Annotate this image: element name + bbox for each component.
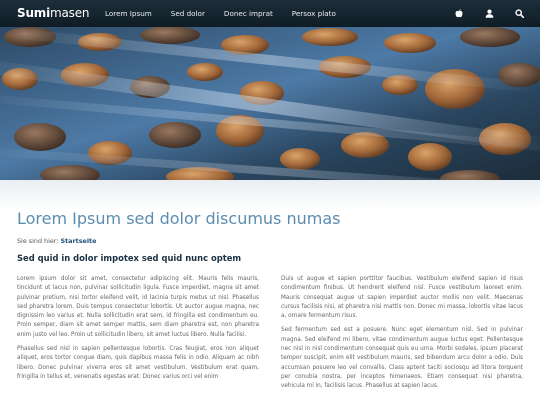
breadcrumb: Sie sind hier: Startseite [17,237,96,245]
user-icon[interactable] [484,8,494,18]
apple-icon[interactable] [454,8,464,18]
page-subtitle: Sed quid in dolor impotex sed quid nunc … [17,253,242,263]
top-navigation-bar: Sumimasen Lorem Ipsum Sed dolor Donec im… [0,0,540,27]
search-icon[interactable] [514,8,524,18]
paragraph: Sed fermentum sed est a posuere. Nunc eg… [281,327,523,390]
page-title: Lorem Ipsum sed dolor discumus numas [17,209,341,228]
nav-item-donec-imprat[interactable]: Donec imprat [224,9,273,18]
paragraph: Lorem ipsum dolor sit amet, consectetur … [17,276,259,338]
hero-river-stones-illustration [0,27,540,180]
paragraph: Duis ut augue et sapien porttitor faucib… [281,276,523,320]
header-icons [454,8,524,18]
breadcrumb-prefix: Sie sind hier: [17,237,59,245]
main-nav: Lorem Ipsum Sed dolor Donec imprat Perso… [105,9,355,18]
hero-image [0,27,540,180]
main-content: Lorem Ipsum sed dolor discumus numas Sie… [0,180,540,405]
brand-logo-part1: Sumi [17,6,51,20]
paragraph: Phasellus sed nisl in sapien pellentesqu… [17,346,259,380]
brand-logo[interactable]: Sumimasen [17,6,90,20]
brand-logo-part2: masen [50,6,90,20]
text-column-left: Lorem ipsum dolor sit amet, consectetur … [17,275,259,387]
nav-item-persox-plato[interactable]: Persox plato [292,9,336,18]
nav-item-sed-dolor[interactable]: Sed dolor [171,9,205,18]
text-column-right: Duis ut augue et sapien porttitor faucib… [281,275,523,397]
breadcrumb-link-home[interactable]: Startseite [61,237,97,245]
nav-item-lorem-ipsum[interactable]: Lorem Ipsum [105,9,152,18]
